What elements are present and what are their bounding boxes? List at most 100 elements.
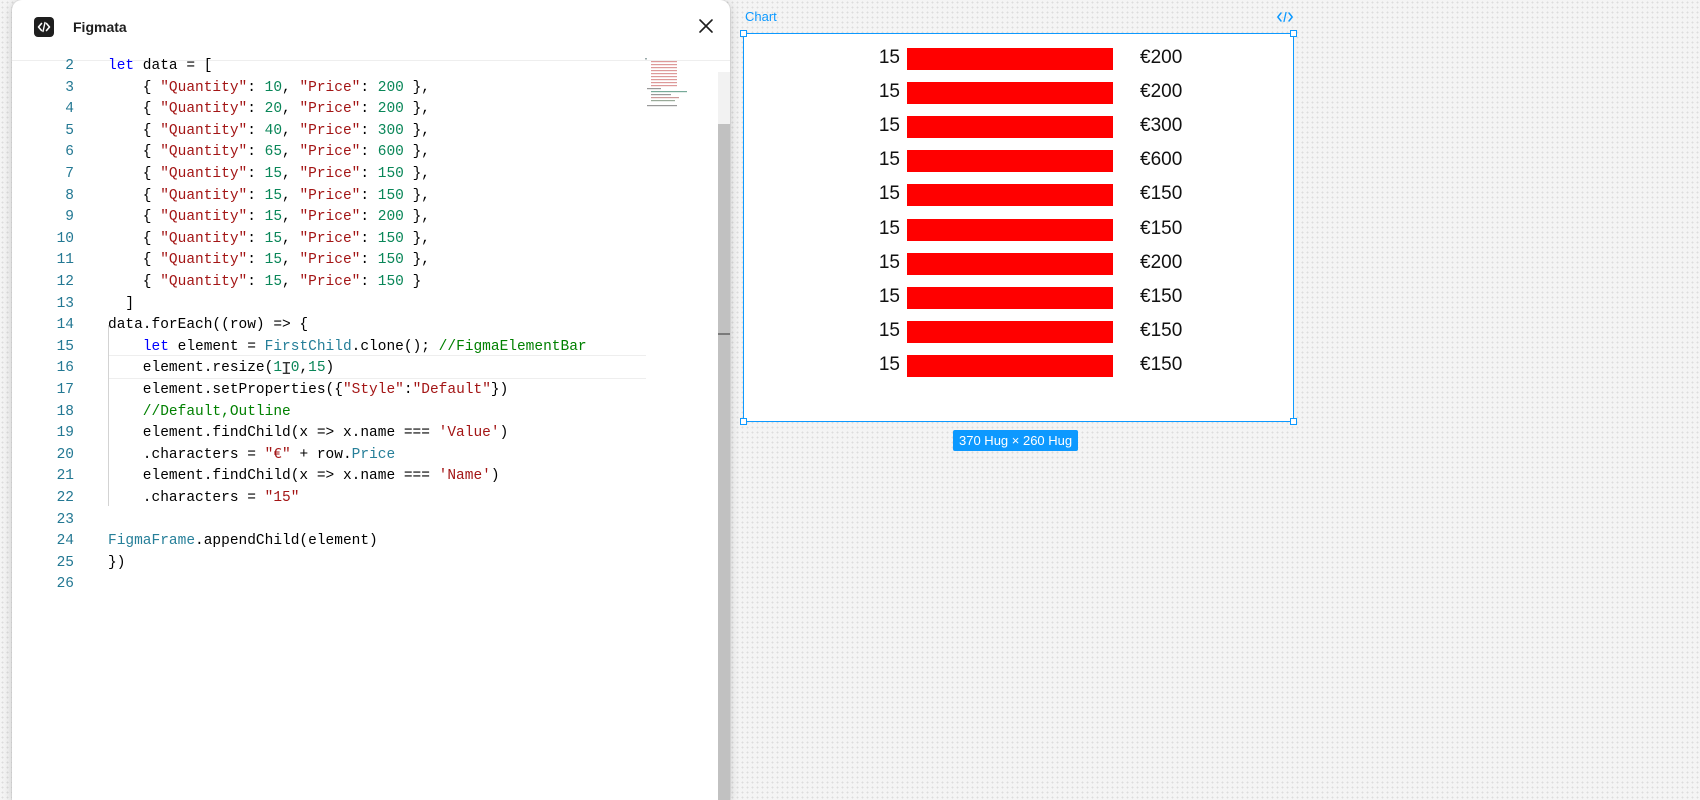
bar-row[interactable]: 15 €150 bbox=[744, 182, 1293, 207]
line-number: 25 bbox=[56, 554, 74, 571]
bar-row[interactable]: 15 €150 bbox=[744, 353, 1293, 377]
code-editor[interactable]: 2 3 4 5 6 7 8 9 10 11 12 13 14 15 16 17 18 19 20 21 22 23 24 25… bbox=[12, 52, 730, 800]
code-token: 200 bbox=[377, 209, 404, 226]
bar-name-label: 15 bbox=[878, 149, 900, 171]
code-token: .clone(); bbox=[351, 338, 439, 355]
code-token: : bbox=[247, 101, 265, 118]
bar bbox=[907, 48, 1113, 70]
line-number: 26 bbox=[56, 576, 74, 593]
code-token: data.forEach((row) => { bbox=[108, 317, 309, 334]
code-token: : bbox=[403, 382, 413, 398]
code-token: element = bbox=[168, 338, 265, 355]
resize-handle-top-right[interactable] bbox=[1290, 30, 1297, 37]
code-line[interactable]: element.findChild(x => x.name === 'Value… bbox=[108, 423, 508, 445]
code-line[interactable]: { "Quantity": 65, "Price": 600 }, bbox=[108, 142, 430, 164]
code-line[interactable]: .characters = "15" bbox=[108, 488, 300, 510]
bar-row[interactable]: 15 €200 bbox=[744, 251, 1293, 275]
line-number-gutter: 2 3 4 5 6 7 8 9 10 11 12 13 14 15 16 17 18 19 20 21 22 23 24 25… bbox=[12, 52, 80, 800]
bar-value-label: €200 bbox=[1140, 251, 1183, 273]
code-line[interactable]: { "Quantity": 15, "Price": 150 }, bbox=[108, 164, 430, 186]
code-token: element.resize( bbox=[108, 360, 274, 377]
bar-row[interactable]: 15 €300 bbox=[744, 114, 1293, 139]
code-line[interactable]: { "Quantity": 15, "Price": 150 }, bbox=[108, 186, 430, 208]
code-line[interactable]: FigmaFrame.appendChild(element) bbox=[108, 531, 378, 553]
code-line[interactable]: element.findChild(x => x.name === 'Name'… bbox=[108, 466, 500, 488]
code-token: 15 bbox=[264, 230, 283, 247]
bar-name-label: 15 bbox=[878, 251, 900, 273]
code-token: "Quantity" bbox=[160, 230, 248, 247]
code-line[interactable]: let element = FirstChild.clone(); //Figm… bbox=[108, 337, 587, 359]
code-token: }, bbox=[403, 187, 430, 204]
bar-row[interactable]: 15 €200 bbox=[744, 80, 1293, 105]
code-line[interactable]: { "Quantity": 15, "Price": 150 } bbox=[108, 272, 422, 294]
plugin-window: Figmata 2 3 4 5 6 7 8 9 10 11 12 13 14 15 16 17 18 19 20 21… bbox=[12, 0, 730, 800]
code-token: , bbox=[282, 166, 300, 182]
bar-row[interactable]: 15 €150 bbox=[744, 285, 1293, 309]
bar-row[interactable]: 15 €150 bbox=[744, 217, 1293, 241]
code-token: : bbox=[360, 252, 378, 269]
code-token: let bbox=[108, 58, 135, 74]
code-token: + row. bbox=[290, 446, 352, 463]
code-line[interactable]: }) bbox=[108, 553, 125, 575]
code-token: FirstChild bbox=[264, 338, 352, 355]
code-token: : bbox=[247, 209, 265, 226]
bar-value-label: €150 bbox=[1140, 183, 1183, 205]
bar-name-label: 15 bbox=[878, 47, 900, 68]
code-line[interactable]: { "Quantity": 15, "Price": 200 }, bbox=[108, 207, 430, 229]
text-cursor-icon: I bbox=[281, 360, 292, 380]
resize-handle-top-left[interactable] bbox=[740, 30, 747, 37]
code-token: ] bbox=[108, 295, 135, 312]
code-token: 600 bbox=[377, 144, 404, 161]
line-number: 23 bbox=[56, 511, 74, 528]
code-token: "Quantity" bbox=[160, 187, 248, 204]
code-token: "Price" bbox=[299, 252, 361, 269]
code-token: }, bbox=[403, 252, 430, 269]
code-token: "Price" bbox=[299, 274, 361, 290]
bar-name-label: 15 bbox=[878, 183, 900, 205]
bar bbox=[907, 354, 1113, 377]
code-token: 150 bbox=[377, 252, 404, 269]
code-line[interactable]: element.setProperties({"Style":"Default"… bbox=[108, 380, 509, 402]
resize-handle-bottom-right[interactable] bbox=[1290, 418, 1297, 425]
bar-value-label: €150 bbox=[1140, 319, 1183, 341]
bar bbox=[907, 252, 1113, 275]
code-token: "Price" bbox=[299, 122, 361, 139]
code-line[interactable]: data.forEach((row) => { bbox=[108, 315, 308, 337]
bar bbox=[907, 150, 1113, 173]
code-token: 65 bbox=[264, 144, 283, 161]
close-icon[interactable] bbox=[697, 17, 715, 35]
minimap[interactable] bbox=[645, 58, 715, 108]
code-line[interactable]: .characters = "€" + row.Price bbox=[108, 445, 395, 467]
code-token: , bbox=[282, 230, 300, 247]
code-area[interactable]: let data = [ { "Quantity": 10, "Price": … bbox=[80, 52, 640, 800]
code-token: { bbox=[108, 122, 161, 139]
bar bbox=[907, 82, 1113, 105]
bar-row[interactable]: 15 €200 bbox=[744, 46, 1293, 70]
code-line[interactable]: { "Quantity": 20, "Price": 200 }, bbox=[108, 99, 430, 121]
bar-row[interactable]: 15 €600 bbox=[744, 148, 1293, 173]
code-line[interactable]: //Default,Outline bbox=[108, 402, 291, 424]
code-line[interactable]: ] bbox=[108, 294, 134, 316]
line-number: 21 bbox=[56, 468, 74, 485]
line-number: 5 bbox=[65, 122, 74, 139]
code-token: { bbox=[108, 252, 161, 269]
bar-row[interactable]: 15 €150 bbox=[744, 319, 1293, 343]
code-line[interactable]: { "Quantity": 15, "Price": 150 }, bbox=[108, 250, 430, 272]
code-token: { bbox=[108, 166, 161, 182]
code-brackets-icon[interactable] bbox=[1276, 10, 1294, 24]
chart-frame[interactable]: 15 €200 15 €200 15 €300 15 €600 15 €150 15 €150 15 €2… bbox=[740, 30, 1297, 425]
code-line[interactable]: { "Quantity": 40, "Price": 300 }, bbox=[108, 121, 430, 143]
code-token: 15 bbox=[308, 360, 326, 377]
code-token: element.findChild(x => x.name === bbox=[108, 468, 439, 485]
frame-label[interactable]: Chart bbox=[745, 9, 777, 25]
code-line[interactable]: element.resize(1 0,15) bbox=[108, 358, 334, 380]
code-line[interactable]: { "Quantity": 15, "Price": 150 }, bbox=[108, 229, 430, 251]
code-line[interactable]: let data = [ bbox=[108, 56, 212, 78]
code-token: "15" bbox=[264, 490, 300, 506]
scrollbar-thumb[interactable] bbox=[718, 124, 730, 800]
code-line[interactable]: { "Quantity": 10, "Price": 200 }, bbox=[108, 78, 430, 100]
line-number: 11 bbox=[56, 252, 74, 269]
code-token: "Quantity" bbox=[160, 79, 248, 96]
resize-handle-bottom-left[interactable] bbox=[740, 418, 747, 425]
